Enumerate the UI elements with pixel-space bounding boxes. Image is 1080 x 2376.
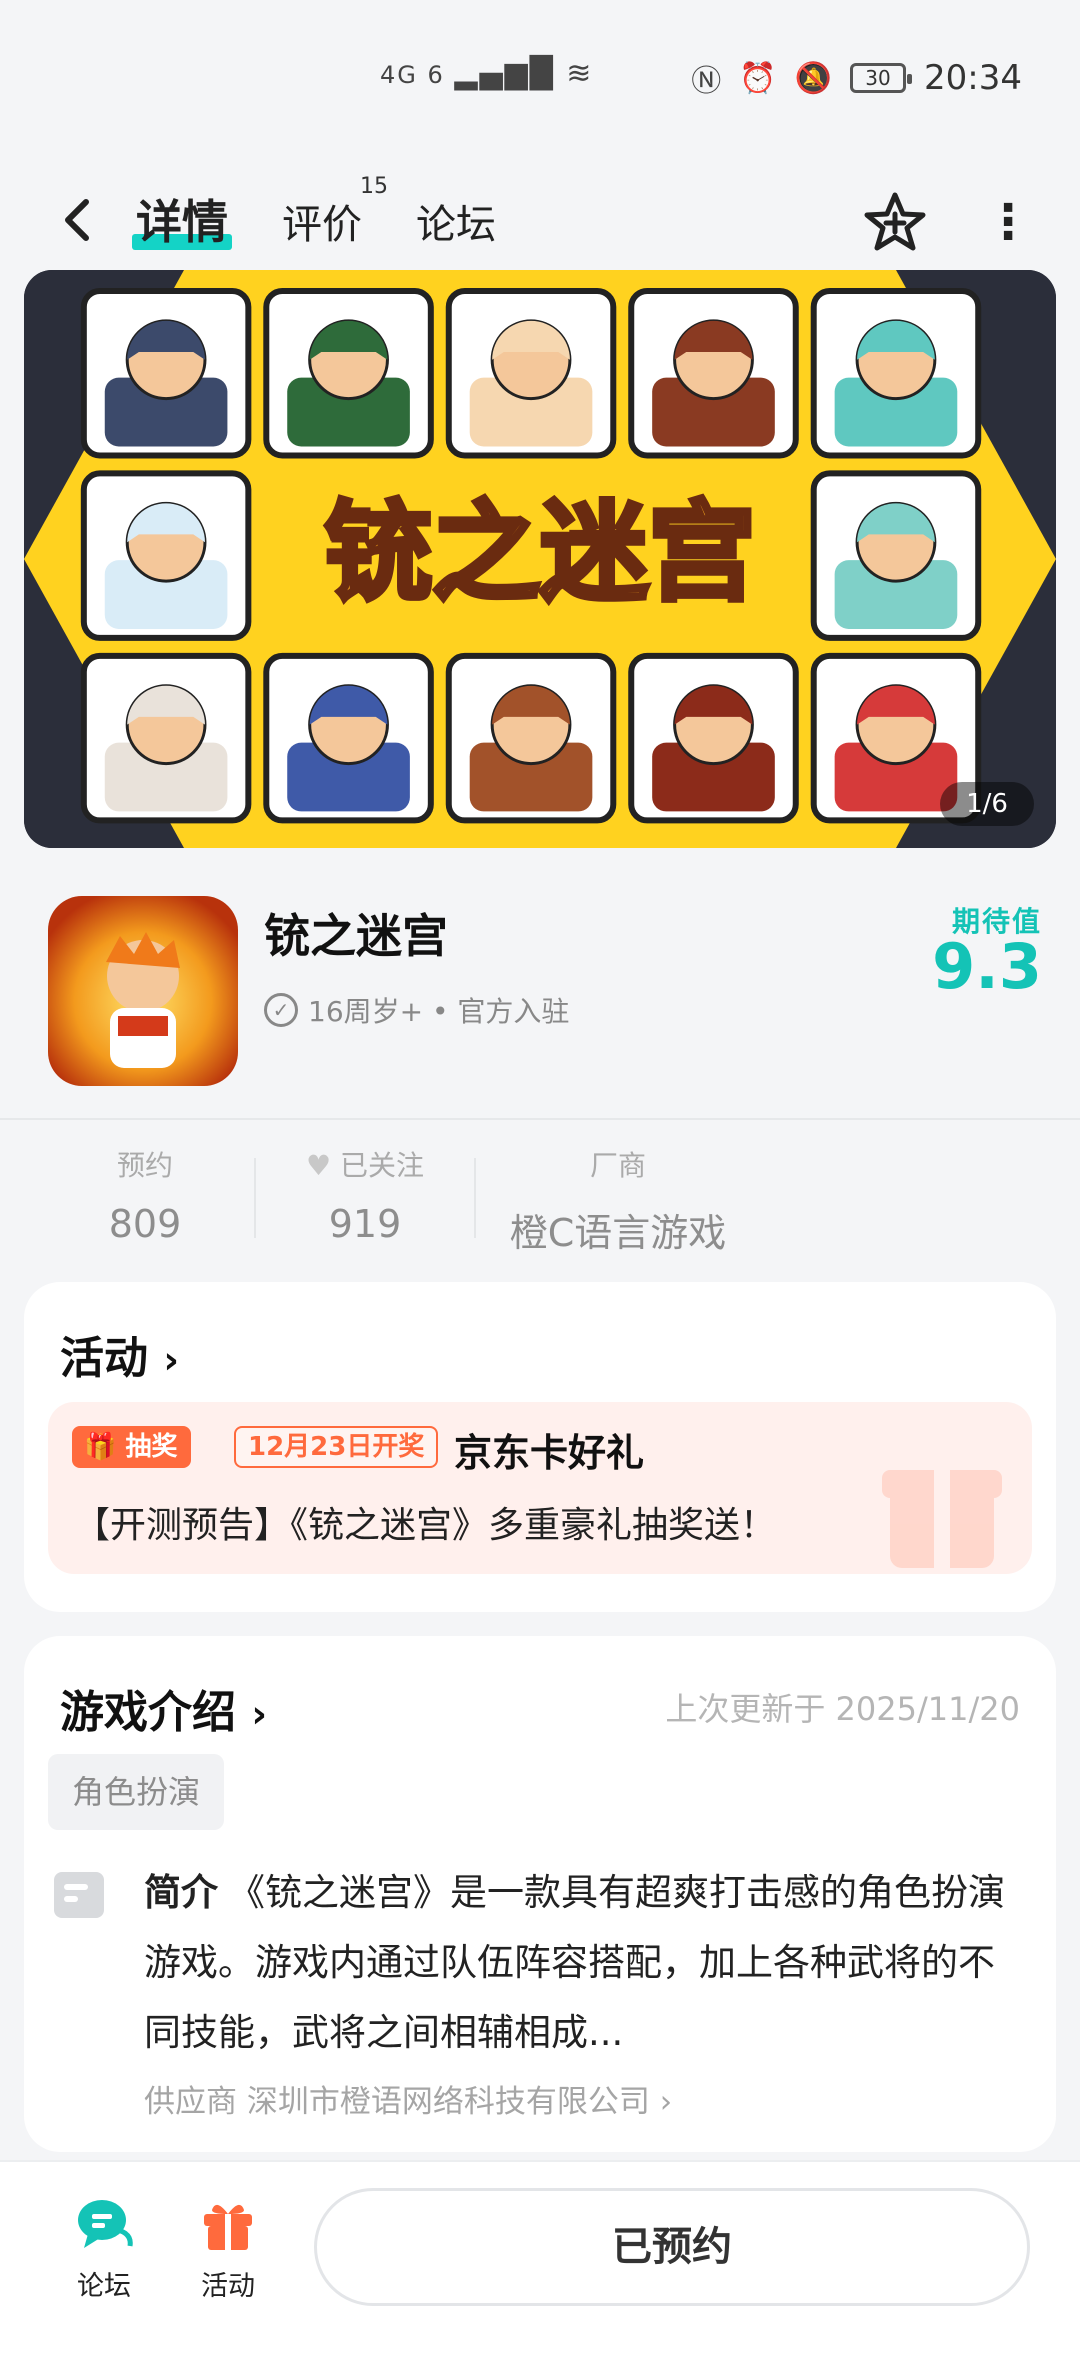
promo-title: 京东卡好礼 xyxy=(454,1431,645,1475)
gift-icon xyxy=(204,2204,252,2250)
battery-icon: 30 xyxy=(850,63,913,93)
game-app-icon[interactable] xyxy=(48,896,238,1086)
intro-text[interactable]: 简介 《铳之迷宫》是一款具有超爽打击感的角色扮演游戏。游戏内通过队伍阵容搭配，加上… xyxy=(144,1858,1014,2068)
clock: 20:34 xyxy=(924,58,1022,98)
character-portrait xyxy=(628,287,799,459)
forum-icon xyxy=(78,2200,133,2248)
game-title: 铳之迷宫 xyxy=(264,909,448,963)
character-portrait xyxy=(80,287,252,459)
divider xyxy=(0,1118,1080,1120)
status-bar: 4G 6 ▂▄▆█ ≋ Ⓝ ⏰ 🔕 30 20:34 xyxy=(0,0,1080,160)
expectation-score: 9.3 xyxy=(932,930,1042,1003)
character-portrait xyxy=(628,652,799,824)
favorite-star-icon[interactable] xyxy=(862,190,928,256)
character-portrait xyxy=(263,652,434,824)
character-portrait xyxy=(445,652,617,824)
bottom-activity[interactable]: 活动 xyxy=(178,2194,278,2303)
banner-pager: 1/6 xyxy=(940,782,1034,826)
gift-icon: 🎁 xyxy=(84,1432,117,1462)
activity-card: 活动 › 🎁 抽奖 12月23日开奖 京东卡好礼 【开测预告】《铳之迷宫》多重豪… xyxy=(24,1282,1056,1612)
heart-icon: ♥ xyxy=(305,1149,332,1182)
reserved-button[interactable]: 已预约 xyxy=(314,2188,1030,2306)
genre-tag[interactable]: 角色扮演 xyxy=(48,1754,225,1830)
character-portrait xyxy=(263,287,434,459)
activity-title[interactable]: 活动 › xyxy=(60,1322,179,1386)
alarm-icon: ⏰ xyxy=(739,60,777,96)
stat-reservations: 预约 809 xyxy=(108,1149,182,1246)
banner-carousel[interactable]: 铳之迷宫 1/6 xyxy=(24,270,1056,848)
character-portrait xyxy=(810,287,982,459)
network-indicator: 4G 6 ▂▄▆█ ≋ xyxy=(380,56,594,91)
chevron-right-icon: › xyxy=(251,1692,267,1736)
tab-forum[interactable]: 论坛 xyxy=(416,192,496,250)
character-portrait xyxy=(810,470,982,641)
supplier-link[interactable]: 供应商 深圳市橙语网络科技有限公司 › xyxy=(144,2076,672,2121)
nfc-icon: Ⓝ xyxy=(691,64,722,99)
banner-artwork: 铳之迷宫 xyxy=(24,270,1056,848)
bottom-bar: 论坛 活动 已预约 xyxy=(0,2160,1080,2376)
stat-followers[interactable]: ♥ 已关注 919 xyxy=(290,1144,440,1246)
stat-developer[interactable]: 厂商 橙C语言游戏 xyxy=(498,1144,738,1257)
lottery-badge: 🎁 抽奖 xyxy=(72,1426,192,1468)
mute-icon: 🔕 xyxy=(794,60,833,96)
last-updated: 上次更新于 2025/11/20 xyxy=(665,1690,1020,1728)
back-icon[interactable] xyxy=(56,190,106,250)
gift-watermark-icon xyxy=(882,1442,1002,1572)
character-portrait xyxy=(80,652,252,824)
game-intro-card: 游戏介绍 › 上次更新于 2025/11/20 角色扮演 简介 《铳之迷宫》是一款… xyxy=(24,1636,1056,2152)
intro-title[interactable]: 游戏介绍 › xyxy=(60,1676,267,1740)
chevron-right-icon: › xyxy=(659,2084,673,2120)
more-options-icon[interactable]: ⋮ xyxy=(984,182,1032,262)
review-count: 15 xyxy=(360,174,388,199)
top-nav: 详情 评价 15 论坛 ⋮ xyxy=(0,160,1080,280)
tab-details[interactable]: 详情 xyxy=(132,186,232,252)
banner-title: 铳之迷宫 xyxy=(324,491,756,616)
promo-banner[interactable]: 🎁 抽奖 12月23日开奖 京东卡好礼 【开测预告】《铳之迷宫》多重豪礼抽奖送！ xyxy=(48,1402,1032,1574)
draw-date-badge: 12月23日开奖 xyxy=(234,1426,439,1468)
promo-description: 【开测预告】《铳之迷宫》多重豪礼抽奖送！ xyxy=(74,1505,777,1546)
description-icon xyxy=(54,1872,104,1918)
verified-icon: ✓ xyxy=(264,993,298,1027)
bottom-forum[interactable]: 论坛 xyxy=(54,2194,154,2303)
character-portrait xyxy=(80,470,252,641)
game-meta: ✓ 16周岁+ • 官方入驻 xyxy=(264,990,569,1030)
tab-reviews[interactable]: 评价 15 xyxy=(282,174,388,250)
chevron-right-icon: › xyxy=(163,1338,179,1382)
character-portrait xyxy=(445,287,617,459)
